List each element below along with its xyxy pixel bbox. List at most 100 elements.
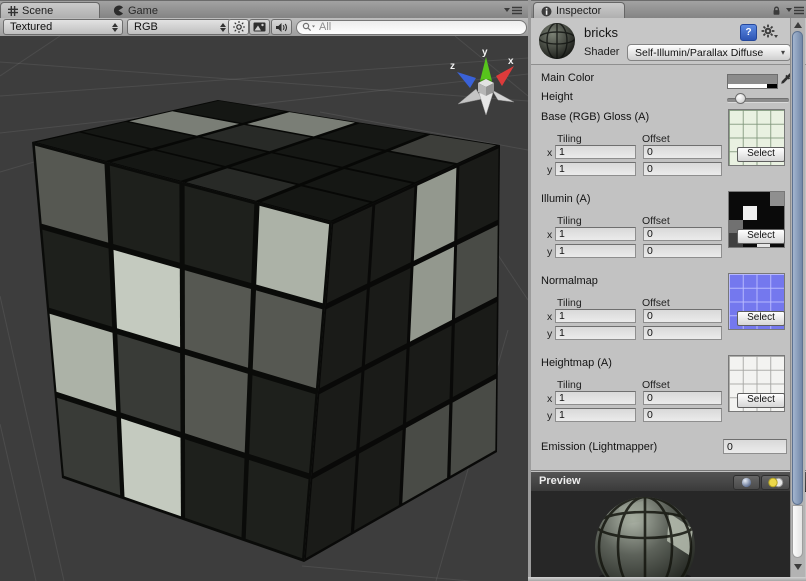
lock-icon[interactable] (771, 5, 782, 16)
x-row-label: x (547, 147, 552, 159)
scroll-up-button[interactable] (791, 19, 805, 31)
tiling-x-input[interactable] (555, 391, 636, 405)
color-swatch-rgb (728, 75, 777, 84)
scene-panel: Scene Game Textured RGB (0, 0, 528, 581)
tiling-y-input[interactable] (555, 244, 636, 258)
y-row-label: y (547, 410, 552, 422)
texture-thumbnail-base[interactable]: Select (728, 109, 785, 166)
preview-viewport[interactable] (531, 491, 804, 578)
section-label: Normalmap (541, 275, 598, 287)
tab-game-label: Game (128, 5, 158, 17)
preview-sphere (531, 491, 804, 578)
offset-x-input[interactable] (643, 227, 722, 241)
draw-mode-dropdown[interactable]: Textured (3, 19, 123, 35)
offset-header: Offset (642, 297, 670, 309)
offset-header: Offset (642, 379, 670, 391)
updown-arrows-icon (220, 23, 226, 32)
material-header: bricks Shader Self-Illumin/Parallax Diff… (531, 18, 806, 65)
inspector-scrollbar[interactable] (790, 18, 805, 577)
offset-y-input[interactable] (643, 326, 722, 340)
game-icon (113, 5, 124, 16)
offset-y-input[interactable] (643, 408, 722, 422)
preview-light-toggle-button[interactable] (761, 475, 790, 490)
shader-value: Self-Illumin/Parallax Diffuse (635, 47, 763, 59)
offset-x-input[interactable] (643, 309, 722, 323)
section-label: Illumin (A) (541, 193, 591, 205)
two-circles-icon (768, 477, 784, 488)
scrollbar-thumb[interactable] (792, 31, 803, 505)
offset-y-input[interactable] (643, 244, 722, 258)
select-button[interactable]: Select (737, 393, 785, 408)
tiling-x-input[interactable] (555, 309, 636, 323)
offset-x-input[interactable] (643, 145, 722, 159)
tiling-x-input[interactable] (555, 227, 636, 241)
tab-inspector[interactable]: Inspector (533, 2, 625, 19)
grid-icon (8, 6, 18, 16)
render-mode-value: RGB (134, 21, 158, 33)
search-placeholder: All (319, 21, 331, 33)
select-button[interactable]: Select (737, 311, 785, 326)
unity-window: Scene Game Textured RGB (0, 0, 806, 581)
gear-menu[interactable] (761, 24, 778, 44)
offset-header: Offset (642, 133, 670, 145)
tab-scene[interactable]: Scene (0, 2, 100, 19)
neg-x-cone[interactable] (492, 90, 514, 102)
tiling-y-input[interactable] (555, 326, 636, 340)
x-axis-label: x (508, 56, 514, 67)
inspector-panel: Inspector (531, 0, 806, 581)
emission-input[interactable] (723, 439, 787, 454)
audio-toggle-button[interactable] (271, 19, 292, 35)
orientation-gizmo[interactable]: y x z (450, 47, 514, 115)
emission-label: Emission (Lightmapper) (541, 441, 657, 453)
texture-section-illumin: Illumin (A) Tiling Offset x y Select (531, 193, 806, 273)
y-row-label: y (547, 246, 552, 258)
y-row-label: y (547, 328, 552, 340)
gear-icon (761, 24, 778, 39)
tiling-y-input[interactable] (555, 408, 636, 422)
scene-cube[interactable] (32, 100, 500, 562)
skybox-toggle-button[interactable] (249, 19, 270, 35)
scene-panel-menu-icon[interactable] (504, 6, 522, 15)
neg-y-cone[interactable] (479, 93, 493, 115)
tab-game[interactable]: Game (106, 2, 170, 19)
image-icon (253, 22, 266, 32)
render-mode-dropdown[interactable]: RGB (127, 19, 231, 35)
preview-header: Preview (531, 472, 806, 492)
offset-header: Offset (642, 215, 670, 227)
search-field[interactable]: All (296, 20, 527, 35)
search-icon (302, 22, 316, 32)
scroll-down-button[interactable] (791, 559, 805, 575)
texture-thumbnail-normal[interactable]: Select (728, 273, 785, 330)
tab-scene-label: Scene (22, 5, 53, 17)
tiling-y-input[interactable] (555, 162, 636, 176)
scene-viewport[interactable]: y x z (0, 36, 528, 581)
speaker-icon (275, 22, 288, 33)
texture-section-height: Heightmap (A) Tiling Offset x y Select (531, 357, 806, 437)
triangle-up-icon (794, 22, 802, 28)
lighting-toggle-button[interactable] (228, 19, 249, 35)
scrollbar-track[interactable] (792, 505, 803, 558)
offset-y-input[interactable] (643, 162, 722, 176)
sphere-icon (741, 477, 752, 488)
draw-mode-value: Textured (10, 21, 52, 33)
select-button[interactable]: Select (737, 147, 785, 162)
z-axis-cone[interactable] (457, 72, 476, 88)
tiling-x-input[interactable] (555, 145, 636, 159)
chevron-down-icon: ▾ (781, 48, 785, 57)
main-color-swatch[interactable] (727, 74, 778, 89)
select-button[interactable]: Select (737, 229, 785, 244)
section-label: Base (RGB) Gloss (A) (541, 111, 649, 123)
offset-x-input[interactable] (643, 391, 722, 405)
shader-dropdown[interactable]: Self-Illumin/Parallax Diffuse ▾ (627, 44, 791, 61)
texture-thumbnail-height[interactable]: Select (728, 355, 785, 412)
sun-icon (233, 21, 245, 33)
tab-inspector-label: Inspector (556, 5, 601, 17)
illumin-square (770, 192, 784, 206)
tiling-header: Tiling (557, 297, 582, 309)
texture-thumbnail-illumin[interactable]: Select (728, 191, 785, 248)
preview-shape-button[interactable] (733, 475, 760, 490)
inspector-panel-menu-icon[interactable] (786, 6, 804, 15)
scene-toolbar: Textured RGB (0, 18, 528, 37)
material-sphere-thumbnail[interactable] (538, 22, 576, 60)
help-icon[interactable]: ? (740, 24, 757, 41)
